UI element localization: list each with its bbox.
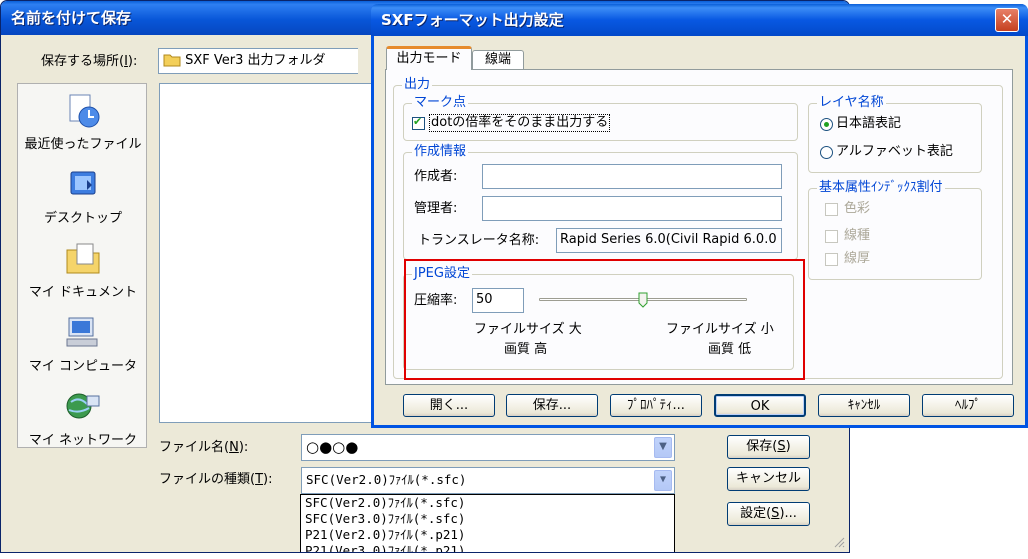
sxf-settings-dialog: SXFフォーマット出力設定 ✕ 出力モード 線端 出力 マーク点 dotの倍率を… bbox=[371, 4, 1028, 428]
properties-button[interactable]: ﾌﾟﾛﾊﾟﾃｨ... bbox=[610, 394, 702, 417]
radio-japanese-label: 日本語表記 bbox=[836, 116, 902, 131]
my-documents-icon bbox=[63, 240, 103, 278]
open-button[interactable]: 開く... bbox=[403, 394, 495, 417]
file-list[interactable] bbox=[159, 83, 381, 423]
save-settings-button[interactable]: 保存... bbox=[506, 394, 598, 417]
translator-label: トランスレータ名称: bbox=[418, 233, 540, 248]
save-button[interactable]: 保存(S) bbox=[727, 435, 810, 459]
mark-point-group: マーク点 dotの倍率をそのまま出力する bbox=[403, 94, 798, 141]
creation-group-title: 作成情報 bbox=[412, 143, 469, 161]
linetype-label: 線種 bbox=[844, 228, 871, 243]
translator-field: Rapid Series 6.0(Civil Rapid 6.0.0 bbox=[556, 228, 782, 253]
tab-output-mode[interactable]: 出力モード bbox=[386, 46, 472, 70]
settings-button[interactable]: 設定(S)... bbox=[727, 502, 810, 526]
lineweight-checkbox[interactable] bbox=[825, 253, 838, 266]
attribute-index-group: 基本属性ｲﾝﾃﾞｯｸｽ割付 色彩 線種 線厚 bbox=[808, 179, 982, 280]
desktop-icon bbox=[63, 166, 103, 204]
layer-name-group: レイヤ名称 日本語表記 アルファベット表記 bbox=[808, 94, 982, 173]
jpeg-highlight-box bbox=[404, 259, 805, 380]
list-item[interactable]: P21(Ver2.0)ﾌｧｲﾙ(*.p21) bbox=[301, 527, 674, 543]
place-desktop[interactable]: デスクトップ bbox=[18, 166, 148, 226]
place-network[interactable]: マイ ネットワーク bbox=[18, 388, 148, 448]
places-bar: 最近使ったファイル デスクトップ マイ ドキュメント マイ コンピュータ マイ … bbox=[17, 83, 147, 448]
my-network-icon bbox=[63, 388, 103, 426]
color-label: 色彩 bbox=[844, 201, 871, 216]
save-in-label: 保存する場所(I): bbox=[41, 54, 138, 69]
place-computer[interactable]: マイ コンピュータ bbox=[18, 314, 148, 374]
filetype-dropdown-list: SFC(Ver2.0)ﾌｧｲﾙ(*.sfc) SFC(Ver3.0)ﾌｧｲﾙ(*… bbox=[300, 494, 675, 552]
list-item[interactable]: SFC(Ver3.0)ﾌｧｲﾙ(*.sfc) bbox=[301, 511, 674, 527]
save-in-combo[interactable]: SXF Ver3 出力フォルダ bbox=[158, 48, 358, 74]
filetype-label: ファイルの種類(T): bbox=[159, 472, 273, 487]
mark-group-title: マーク点 bbox=[412, 94, 469, 112]
layer-group-title: レイヤ名称 bbox=[817, 94, 886, 112]
author-input[interactable] bbox=[482, 164, 782, 189]
filename-value: ○●○● bbox=[306, 438, 359, 456]
attr-group-title: 基本属性ｲﾝﾃﾞｯｸｽ割付 bbox=[817, 179, 945, 197]
list-item[interactable]: P21(Ver3.0)ﾌｧｲﾙ(*.p21) bbox=[301, 543, 674, 552]
filetype-combo[interactable]: SFC(Ver2.0)ﾌｧｲﾙ(*.sfc) ▼ bbox=[301, 467, 675, 494]
resize-grip-icon[interactable] bbox=[833, 536, 845, 548]
my-computer-icon bbox=[63, 314, 103, 352]
close-icon[interactable]: ✕ bbox=[995, 8, 1019, 32]
chevron-down-icon[interactable]: ▼ bbox=[654, 437, 672, 458]
creation-info-group: 作成情報 作成者: 管理者: トランスレータ名称: Rapid Series 6… bbox=[403, 143, 798, 260]
manager-label: 管理者: bbox=[414, 201, 458, 216]
color-checkbox[interactable] bbox=[825, 203, 838, 216]
recent-files-icon bbox=[63, 92, 103, 130]
folder-icon bbox=[163, 52, 181, 73]
manager-input[interactable] bbox=[482, 196, 782, 221]
tab-line-end[interactable]: 線端 bbox=[472, 50, 524, 70]
dot-scale-label: dotの倍率をそのまま出力する bbox=[429, 114, 611, 132]
chevron-down-icon[interactable]: ▼ bbox=[654, 470, 672, 491]
radio-alphabet[interactable] bbox=[820, 146, 833, 159]
save-in-value: SXF Ver3 出力フォルダ bbox=[185, 53, 326, 68]
place-documents[interactable]: マイ ドキュメント bbox=[18, 240, 148, 300]
filename-combo[interactable]: ○●○● ▼ bbox=[301, 434, 675, 461]
help-button[interactable]: ﾍﾙﾌﾟ bbox=[922, 394, 1014, 417]
dot-scale-checkbox[interactable] bbox=[412, 115, 425, 130]
filetype-value: SFC(Ver2.0)ﾌｧｲﾙ(*.sfc) bbox=[306, 472, 467, 487]
radio-alphabet-label: アルファベット表記 bbox=[836, 144, 953, 159]
radio-japanese[interactable] bbox=[820, 118, 833, 131]
place-recent[interactable]: 最近使ったファイル bbox=[18, 92, 148, 152]
ok-button[interactable]: OK bbox=[714, 394, 806, 417]
sxf-dialog-title: SXFフォーマット出力設定 bbox=[371, 4, 1028, 36]
filename-label: ファイル名(N): bbox=[159, 440, 249, 455]
lineweight-label: 線厚 bbox=[844, 251, 871, 266]
list-item[interactable]: SFC(Ver2.0)ﾌｧｲﾙ(*.sfc) bbox=[301, 495, 674, 511]
output-group-title: 出力 bbox=[402, 76, 433, 94]
author-label: 作成者: bbox=[414, 169, 458, 184]
cancel-button[interactable]: キャンセル bbox=[727, 467, 810, 491]
sxf-cancel-button[interactable]: ｷｬﾝｾﾙ bbox=[818, 394, 910, 417]
linetype-checkbox[interactable] bbox=[825, 230, 838, 243]
